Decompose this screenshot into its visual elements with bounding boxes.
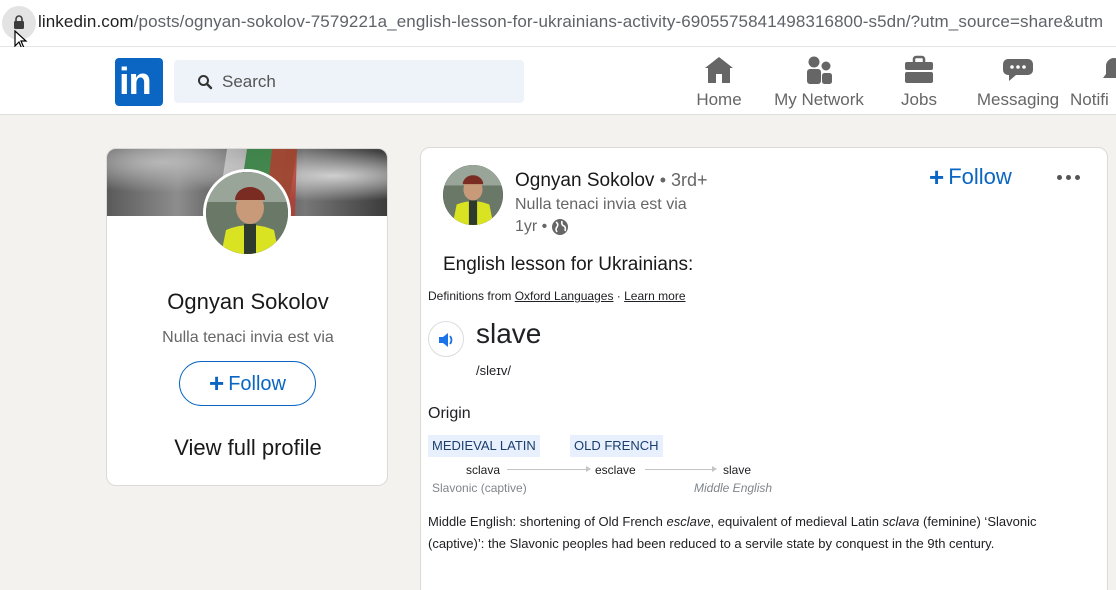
etymology-arrow bbox=[645, 466, 717, 472]
etymology-arrow bbox=[507, 466, 591, 472]
messaging-icon bbox=[1003, 59, 1033, 81]
post-image-dictionary[interactable]: Definitions from Oxford Languages · Lear… bbox=[427, 286, 1087, 586]
browser-address-bar: linkedin.com/posts/ognyan-sokolov-757922… bbox=[0, 0, 1116, 50]
nav-home-label: Home bbox=[696, 90, 742, 109]
nav-home[interactable]: Home bbox=[692, 55, 746, 113]
nav-messaging[interactable]: Messaging bbox=[976, 55, 1060, 113]
origin-tag-medieval-latin: MEDIEVAL LATIN bbox=[428, 435, 540, 457]
etymology-word: esclave bbox=[595, 463, 636, 477]
post-follow-button[interactable]: + Follow bbox=[929, 160, 1012, 194]
profile-follow-label: Follow bbox=[228, 373, 286, 395]
url-field[interactable]: linkedin.com/posts/ognyan-sokolov-757922… bbox=[38, 12, 1103, 32]
nav-notifications[interactable]: Notifi bbox=[1070, 55, 1116, 113]
nav-jobs[interactable]: Jobs bbox=[895, 55, 943, 113]
top-nav: in Home My Network Jobs bbox=[0, 47, 1116, 115]
search-box[interactable] bbox=[174, 60, 524, 103]
speaker-icon bbox=[439, 333, 453, 347]
more-options-icon[interactable] bbox=[1051, 165, 1085, 189]
plus-icon: + bbox=[209, 368, 225, 398]
post-follow-label: Follow bbox=[948, 163, 1012, 189]
logo-text: in bbox=[119, 61, 152, 103]
etymology-gloss: Slavonic (captive) bbox=[432, 481, 527, 495]
home-icon bbox=[705, 57, 733, 83]
nav-notifications-label: Notifi bbox=[1070, 90, 1109, 109]
etymology-gloss: Middle English bbox=[694, 481, 773, 495]
nav-my-network[interactable]: My Network bbox=[772, 55, 866, 113]
bell-icon bbox=[1103, 58, 1116, 78]
linkedin-logo[interactable]: in bbox=[115, 58, 163, 106]
post-author-avatar[interactable] bbox=[443, 165, 503, 225]
plus-icon: + bbox=[929, 161, 945, 192]
post-card: Ognyan Sokolov • 3rd+ Nulla tenaci invia… bbox=[420, 147, 1108, 590]
nav-messaging-label: Messaging bbox=[976, 90, 1060, 109]
profile-headline: Nulla tenaci invia est via bbox=[162, 329, 334, 346]
origin-definition: Middle English: shortening of Old French… bbox=[428, 514, 1037, 551]
view-full-profile-link[interactable]: View full profile bbox=[107, 435, 387, 461]
learn-more-link: Learn more bbox=[624, 289, 686, 303]
url-path: /posts/ognyan-sokolov-7579221a_english-l… bbox=[133, 12, 1104, 31]
origin-heading: Origin bbox=[428, 405, 471, 422]
etymology-word: sclava bbox=[466, 463, 501, 477]
dictionary-word: slave bbox=[476, 318, 542, 349]
network-icon bbox=[807, 56, 832, 84]
definitions-source: Definitions from Oxford Languages · Lear… bbox=[428, 289, 686, 303]
post-meta: 1yr • bbox=[515, 218, 569, 236]
profile-name[interactable]: Ognyan Sokolov bbox=[107, 289, 387, 315]
nav-jobs-label: Jobs bbox=[901, 90, 937, 109]
profile-card: Ognyan Sokolov Nulla tenaci invia est vi… bbox=[106, 148, 388, 486]
profile-avatar[interactable] bbox=[203, 169, 291, 257]
globe-icon bbox=[552, 219, 569, 235]
search-input[interactable] bbox=[222, 66, 512, 97]
pronunciation-button bbox=[428, 321, 464, 357]
post-time: 1yr • bbox=[515, 218, 548, 235]
nav-my-network-label: My Network bbox=[774, 90, 864, 109]
post-author-name[interactable]: Ognyan Sokolov bbox=[515, 170, 654, 191]
connection-degree: • 3rd+ bbox=[659, 170, 708, 190]
post-author[interactable]: Ognyan Sokolov • 3rd+ bbox=[515, 170, 708, 192]
briefcase-icon bbox=[905, 55, 933, 83]
profile-follow-button[interactable]: + Follow bbox=[179, 361, 316, 406]
lock-icon bbox=[14, 15, 24, 29]
post-author-headline: Nulla tenaci invia est via bbox=[515, 196, 687, 213]
etymology-word: slave bbox=[723, 463, 752, 477]
search-icon bbox=[198, 75, 213, 90]
origin-tag-old-french: OLD FRENCH bbox=[570, 435, 663, 457]
source-link: Oxford Languages bbox=[514, 289, 614, 303]
phonetic: /sleɪv/ bbox=[476, 363, 511, 378]
url-domain: linkedin.com bbox=[38, 12, 134, 31]
definitions-prefix: Definitions from bbox=[428, 289, 515, 303]
separator: · bbox=[613, 289, 625, 303]
post-text: English lesson for Ukrainians: bbox=[443, 254, 694, 275]
